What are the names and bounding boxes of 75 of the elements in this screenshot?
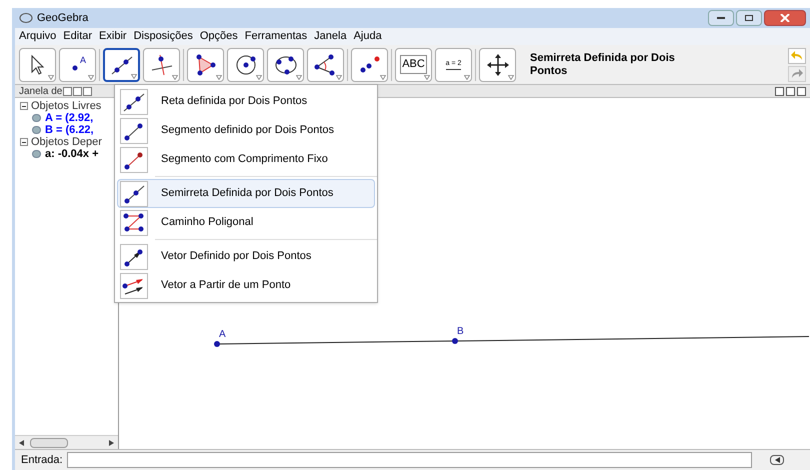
minimize-button[interactable] [708, 10, 734, 26]
caret-icon [424, 74, 430, 80]
tool-menu-item[interactable]: Reta definida por Dois Pontos [117, 87, 375, 116]
menu-item[interactable]: Disposições [134, 28, 193, 45]
panel-undock-button[interactable] [73, 86, 82, 96]
tool-menu-item[interactable]: Vetor Definido por Dois Pontos [117, 242, 375, 271]
tool-button[interactable] [227, 48, 264, 82]
menu-item[interactable]: Ajuda [354, 28, 382, 45]
panel-close-button[interactable] [83, 86, 92, 96]
input-field[interactable] [66, 452, 752, 468]
caret-icon [380, 74, 386, 80]
window-title: GeoGebra [37, 10, 88, 26]
menu-item[interactable]: Opções [200, 28, 238, 45]
panel-menu-button[interactable] [775, 86, 784, 96]
tool-name: Semirreta Definida por Dois Pontos [530, 52, 676, 78]
caret-icon [172, 74, 178, 80]
menu-item[interactable]: Editar [63, 28, 92, 45]
tree-folder-label[interactable]: Objetos Livres [31, 98, 102, 114]
tool-button[interactable] [143, 48, 180, 82]
caret-icon [216, 74, 222, 80]
menu-item[interactable]: Exibir [99, 28, 127, 45]
triangle-left-icon [774, 457, 780, 463]
triangle-icon [194, 52, 218, 76]
point-label: B [457, 327, 464, 337]
panel-close-button[interactable] [797, 86, 806, 96]
caret-icon [464, 74, 470, 80]
tool-button[interactable] [351, 48, 388, 82]
caret-icon [48, 74, 54, 80]
redo-icon [791, 68, 803, 78]
tool-menu-item[interactable]: Segmento definido por Dois Pontos [117, 116, 375, 145]
caret-icon [88, 74, 94, 80]
menu-item[interactable]: Ferramentas [244, 28, 308, 45]
app-logo-icon [19, 12, 33, 24]
tool-button[interactable] [479, 48, 516, 82]
horizontal-scrollbar[interactable] [15, 435, 118, 449]
tool-button[interactable]: ABC [395, 48, 432, 82]
point-marker[interactable] [214, 341, 220, 347]
circle-icon [234, 52, 258, 76]
tool-button[interactable] [187, 48, 224, 82]
tool-button[interactable] [19, 48, 56, 82]
panel-undock-button[interactable] [786, 86, 795, 96]
tool-button[interactable] [103, 48, 140, 82]
close-button[interactable] [764, 10, 806, 26]
tool-button[interactable] [307, 48, 344, 82]
tool-button[interactable] [267, 48, 304, 82]
move-arrows-icon [486, 52, 510, 76]
point-marker[interactable] [452, 338, 458, 344]
caret-icon [256, 74, 262, 80]
polyline-icon [122, 210, 146, 234]
input-help-button[interactable] [770, 455, 784, 465]
caret-icon [508, 74, 514, 80]
undo-icon [791, 50, 803, 60]
tool-menu-item[interactable]: Caminho Poligonal [117, 208, 375, 237]
point-label: A [219, 330, 226, 340]
tool-menu-item[interactable]: Semirreta Definida por Dois Pontos [117, 179, 375, 208]
collapse-icon[interactable] [20, 138, 28, 146]
tool-menu-item[interactable]: Segmento com Comprimento Fixo [117, 145, 375, 174]
tool-button[interactable]: A [59, 48, 96, 82]
collapse-icon[interactable] [20, 102, 28, 110]
panel-title: Janela de [19, 84, 62, 98]
maximize-button[interactable] [736, 10, 762, 26]
menu-item[interactable]: Arquivo [19, 28, 56, 45]
panel-menu-button[interactable] [63, 86, 72, 96]
caret-icon [296, 74, 302, 80]
caret-icon [336, 74, 342, 80]
input-label: Entrada: [21, 452, 63, 468]
close-icon [780, 14, 790, 22]
perpendicular-lines-icon [150, 52, 174, 76]
caret-icon [131, 74, 137, 78]
tool-menu-item[interactable]: Vetor a Partir de um Ponto [117, 271, 375, 300]
scroll-right-icon[interactable] [109, 440, 114, 446]
scrollbar-thumb[interactable] [30, 438, 68, 448]
angle-icon [314, 52, 338, 76]
menu-item[interactable]: Janela [314, 28, 347, 45]
scroll-left-icon[interactable] [19, 440, 24, 446]
